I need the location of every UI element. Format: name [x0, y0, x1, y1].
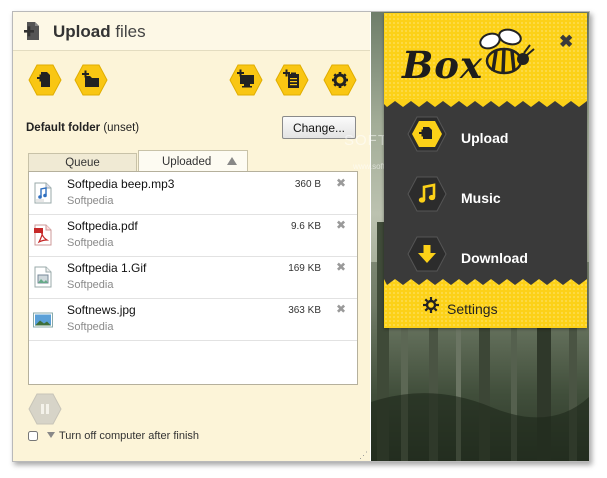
close-panel-icon[interactable]: ✖: [559, 32, 573, 52]
file-folder: Softpedia: [67, 279, 114, 291]
upload-files-icon: [24, 22, 39, 40]
remove-file-icon[interactable]: ✖: [336, 218, 346, 232]
menu-item-music[interactable]: Music: [384, 170, 587, 230]
pause-icon: [28, 393, 62, 425]
menu-item-upload[interactable]: Upload: [384, 110, 587, 170]
box-menu: Upload Music Download: [384, 99, 587, 279]
gear-icon: [423, 297, 439, 313]
menu-item-settings[interactable]: Settings: [384, 293, 587, 323]
remove-file-icon[interactable]: ✖: [336, 302, 346, 316]
gear-icon: [332, 72, 348, 88]
file-name: Softpedia 1.Gif: [67, 261, 147, 275]
uploaded-file-list: Softpedia beep.mp3 Softpedia 360 B ✖ Sof…: [28, 171, 358, 385]
tab-uploaded[interactable]: Uploaded: [138, 150, 248, 172]
title-bar: Upload files: [13, 12, 370, 51]
add-file-button[interactable]: [28, 64, 62, 96]
menu-item-label: Download: [461, 250, 528, 266]
add-clipboard-icon: [283, 69, 299, 88]
menu-item-label: Music: [461, 190, 501, 206]
file-size: 9.6 KB: [290, 221, 321, 232]
add-screenshot-icon: [237, 69, 254, 88]
pdf-file-icon: [34, 224, 52, 246]
settings-label: Settings: [447, 301, 498, 317]
footer-zigzag: [384, 279, 587, 285]
list-item[interactable]: Softpedia 1.Gif Softpedia 169 KB ✖: [29, 256, 357, 299]
remove-file-icon[interactable]: ✖: [336, 176, 346, 190]
list-item[interactable]: Softnews.jpg Softpedia 363 KB ✖: [29, 298, 357, 341]
window-title: Upload files: [53, 22, 146, 41]
add-file-icon: [37, 72, 50, 87]
upload-icon: [407, 116, 447, 152]
box-menu-panel: Box ✖ Upload Music Download Settings: [384, 13, 587, 328]
file-size: 363 KB: [288, 305, 321, 316]
file-folder: Softpedia: [67, 321, 114, 333]
photo-file-icon: [33, 312, 53, 328]
default-folder-label: Default folder: [26, 122, 101, 134]
resize-grip-icon[interactable]: ⋰: [359, 450, 368, 461]
add-folder-button[interactable]: [74, 64, 108, 96]
header-zigzag: [384, 99, 587, 107]
pause-button[interactable]: [28, 393, 62, 428]
file-size: 360 B: [294, 179, 321, 190]
menu-item-label: Upload: [461, 130, 509, 146]
toolbar-settings-button[interactable]: [323, 64, 357, 96]
dropdown-arrow-icon[interactable]: [47, 432, 55, 438]
sort-ascending-icon: [227, 157, 237, 165]
bee-logo-icon: [479, 28, 535, 75]
box-footer: Settings: [384, 279, 587, 328]
default-folder-row: Default folder (unset): [26, 122, 139, 134]
remove-file-icon[interactable]: ✖: [336, 260, 346, 274]
default-folder-value: (unset): [103, 122, 140, 134]
download-arrow-icon: [407, 236, 447, 272]
tab-queue[interactable]: Queue: [28, 153, 137, 172]
list-item[interactable]: Softpedia beep.mp3 Softpedia 360 B ✖: [29, 172, 357, 215]
upload-pane: Upload files Default folder (unset) Chan…: [13, 12, 370, 461]
box-header: Box ✖: [384, 13, 587, 99]
app-window: Upload files Default folder (unset) Chan…: [12, 11, 590, 462]
music-note-icon: [407, 176, 447, 212]
add-clipboard-button[interactable]: [275, 64, 309, 96]
file-folder: Softpedia: [67, 195, 114, 207]
tab-uploaded-label: Uploaded: [162, 156, 212, 168]
file-folder: Softpedia: [67, 237, 114, 249]
file-name: Softpedia beep.mp3: [67, 177, 175, 191]
file-size: 169 KB: [288, 263, 321, 274]
box-logo: Box: [402, 43, 484, 87]
file-name: Softnews.jpg: [67, 303, 136, 317]
add-screenshot-button[interactable]: [229, 64, 263, 96]
add-folder-icon: [82, 70, 99, 87]
file-name: Softpedia.pdf: [67, 219, 138, 233]
shutdown-label: Turn off computer after finish: [59, 430, 200, 442]
list-item[interactable]: Softpedia.pdf Softpedia 9.6 KB ✖: [29, 214, 357, 257]
audio-file-icon: [34, 182, 52, 204]
image-file-icon: [34, 266, 52, 288]
shutdown-checkbox[interactable]: [28, 431, 38, 441]
